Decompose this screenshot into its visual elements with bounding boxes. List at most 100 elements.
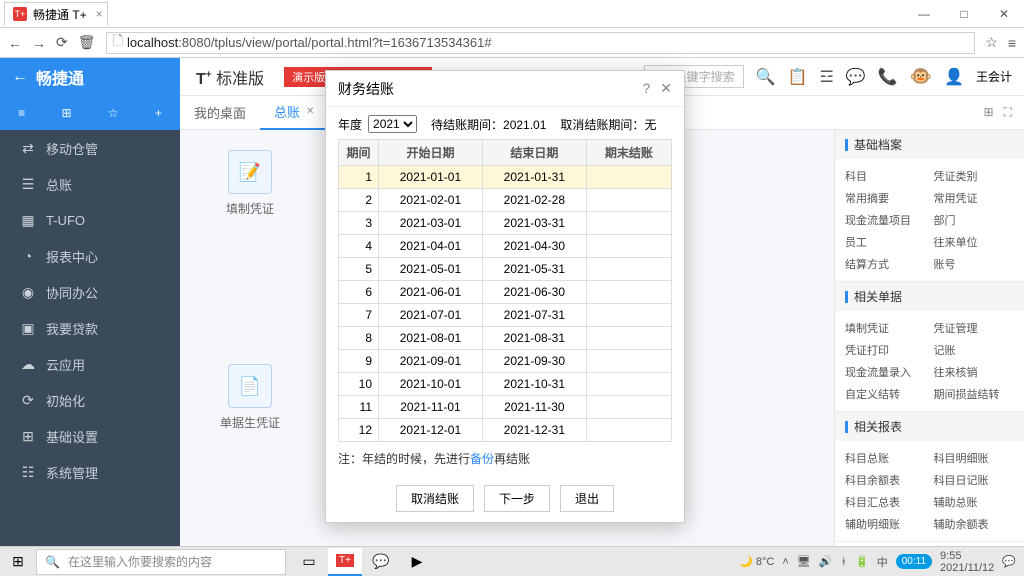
user-icon[interactable]: 👤 xyxy=(944,67,964,87)
panel-link[interactable]: 员工 xyxy=(841,231,930,253)
close-button[interactable]: ✕ xyxy=(984,0,1024,28)
forward-button[interactable]: → xyxy=(32,35,46,51)
panel-link[interactable]: 科目总账 xyxy=(841,447,930,469)
sidebar-item[interactable]: ▣我要贷款 xyxy=(0,310,180,346)
flow-doc-voucher[interactable]: 📄单据生凭证 xyxy=(220,364,280,431)
tray-bt-icon[interactable]: ᚼ xyxy=(840,556,847,568)
panel-link[interactable]: 科目 xyxy=(841,165,930,187)
panel-link[interactable]: 科目明细账 xyxy=(930,447,1019,469)
panel-link[interactable]: 常用摘要 xyxy=(841,187,930,209)
tab-close-icon[interactable]: × xyxy=(96,7,103,21)
flow-fill-voucher[interactable]: 📝填制凭证 xyxy=(220,150,280,217)
search-icon[interactable]: 🔍 xyxy=(756,67,776,87)
next-button[interactable]: 下一步 xyxy=(484,485,550,512)
tray-bat-icon[interactable]: 🔋 xyxy=(855,555,869,568)
back-arrow-icon[interactable]: ← xyxy=(12,68,28,86)
table-row[interactable]: 82021-08-012021-08-31 xyxy=(339,327,672,350)
menu-icon[interactable]: ≡ xyxy=(1008,35,1016,51)
app-video[interactable]: ▶ xyxy=(400,548,434,576)
calendar-icon[interactable]: 📋 xyxy=(788,67,808,87)
panel-link[interactable]: 凭证类别 xyxy=(930,165,1019,187)
logo-area[interactable]: ← 畅捷通 xyxy=(0,58,180,96)
tab-close-icon[interactable]: ✕ xyxy=(306,106,314,117)
chat-icon[interactable]: 💬 xyxy=(846,67,866,87)
panel-link[interactable]: 科目日记账 xyxy=(930,469,1019,491)
exit-button[interactable]: 退出 xyxy=(560,485,614,512)
app-wechat[interactable]: 💬 xyxy=(364,548,398,576)
sidebar-item[interactable]: ☰总账 xyxy=(0,166,180,202)
maximize-button[interactable]: □ xyxy=(944,0,984,28)
table-row[interactable]: 92021-09-012021-09-30 xyxy=(339,350,672,373)
panel-link[interactable]: 结算方式 xyxy=(841,253,930,275)
table-row[interactable]: 52021-05-012021-05-31 xyxy=(339,258,672,281)
user-name[interactable]: 王会计 xyxy=(976,68,1012,85)
tray-up-icon[interactable]: ˄ xyxy=(782,556,788,568)
panel-link[interactable]: 辅助明细账 xyxy=(841,513,930,535)
year-select[interactable]: 2021 xyxy=(368,115,417,133)
menu-icon[interactable]: ≡ xyxy=(18,106,25,120)
sidebar-item[interactable]: ⟳初始化 xyxy=(0,382,180,418)
panel-link[interactable]: 辅助总账 xyxy=(930,491,1019,513)
panel-link[interactable]: 记账 xyxy=(930,339,1019,361)
panel-link[interactable]: 常用凭证 xyxy=(930,187,1019,209)
start-button[interactable]: ⊞ xyxy=(0,553,36,570)
panel-link[interactable]: 现金流量录入 xyxy=(841,361,930,383)
backup-link[interactable]: 备份 xyxy=(470,452,494,466)
tab-ledger[interactable]: 总账✕ xyxy=(260,96,328,130)
back-button[interactable]: ← xyxy=(8,35,22,51)
sidebar-item[interactable]: ⊞基础设置 xyxy=(0,418,180,454)
table-row[interactable]: 32021-03-012021-03-31 xyxy=(339,212,672,235)
monkey-icon[interactable]: 🐵 xyxy=(910,66,932,87)
plus-icon[interactable]: + xyxy=(155,106,162,120)
panel-link[interactable]: 往来核销 xyxy=(930,361,1019,383)
fullscreen-icon[interactable]: ⛶ xyxy=(1004,105,1012,120)
taskbar-search[interactable]: 🔍 在这里输入你要搜索的内容 xyxy=(36,549,286,575)
sidebar-item[interactable]: ◉协同办公 xyxy=(0,274,180,310)
table-row[interactable]: 112021-11-012021-11-30 xyxy=(339,396,672,419)
table-row[interactable]: 122021-12-012021-12-31 xyxy=(339,419,672,442)
sidebar-item[interactable]: ◔报表中心 xyxy=(0,238,180,274)
cancel-close-button[interactable]: 取消结账 xyxy=(396,485,474,512)
panel-link[interactable]: 自定义结转 xyxy=(841,383,930,405)
clock[interactable]: 9:552021/11/12 xyxy=(940,550,994,574)
tray-vol-icon[interactable]: 🔊 xyxy=(819,555,833,568)
tray-net-icon[interactable]: 🖥 xyxy=(797,555,811,568)
table-row[interactable]: 12021-01-012021-01-31 xyxy=(339,166,672,189)
weather[interactable]: 🌙 8°C xyxy=(739,555,774,568)
grid-icon[interactable]: ⊞ xyxy=(61,106,71,120)
trash-button[interactable]: 🗑 xyxy=(78,34,96,51)
table-row[interactable]: 42021-04-012021-04-30 xyxy=(339,235,672,258)
recording-badge[interactable]: 00:11 xyxy=(896,554,932,569)
panel-link[interactable]: 凭证管理 xyxy=(930,317,1019,339)
panel-link[interactable]: 期间损益结转 xyxy=(930,383,1019,405)
table-row[interactable]: 72021-07-012021-07-31 xyxy=(339,304,672,327)
panel-link[interactable]: 凭证打印 xyxy=(841,339,930,361)
url-bar[interactable]: 🗋 localhost:8080/tplus/view/portal/porta… xyxy=(106,32,976,54)
layout-icon[interactable]: ⊞ xyxy=(984,105,994,120)
list-icon[interactable]: ☲ xyxy=(819,67,833,87)
panel-link[interactable]: 辅助余额表 xyxy=(930,513,1019,535)
browser-tab[interactable]: T+ 畅捷通 T+ × xyxy=(4,2,108,26)
help-icon[interactable]: ? xyxy=(642,80,650,97)
star-icon[interactable]: ☆ xyxy=(108,106,119,120)
sidebar-item[interactable]: ☁云应用 xyxy=(0,346,180,382)
table-row[interactable]: 102021-10-012021-10-31 xyxy=(339,373,672,396)
sidebar-item[interactable]: ▦T-UFO xyxy=(0,202,180,238)
minimize-button[interactable]: ― xyxy=(904,0,944,28)
bookmark-icon[interactable]: ☆ xyxy=(985,34,998,51)
panel-link[interactable]: 部门 xyxy=(930,209,1019,231)
panel-link[interactable]: 填制凭证 xyxy=(841,317,930,339)
notifications-icon[interactable]: 💬 xyxy=(1002,555,1016,568)
panel-link[interactable]: 科目余额表 xyxy=(841,469,930,491)
panel-link[interactable]: 科目汇总表 xyxy=(841,491,930,513)
table-row[interactable]: 22021-02-012021-02-28 xyxy=(339,189,672,212)
table-row[interactable]: 62021-06-012021-06-30 xyxy=(339,281,672,304)
panel-link[interactable]: 现金流量项目 xyxy=(841,209,930,231)
taskview-icon[interactable]: ▭ xyxy=(292,548,326,576)
reload-button[interactable]: ⟳ xyxy=(56,34,68,51)
phone-icon[interactable]: 📞 xyxy=(878,67,898,87)
modal-close-icon[interactable]: ✕ xyxy=(660,80,672,97)
app-tplus[interactable]: T+ xyxy=(328,548,362,576)
tray-ime-icon[interactable]: 中 xyxy=(877,554,888,570)
panel-link[interactable]: 账号 xyxy=(930,253,1019,275)
